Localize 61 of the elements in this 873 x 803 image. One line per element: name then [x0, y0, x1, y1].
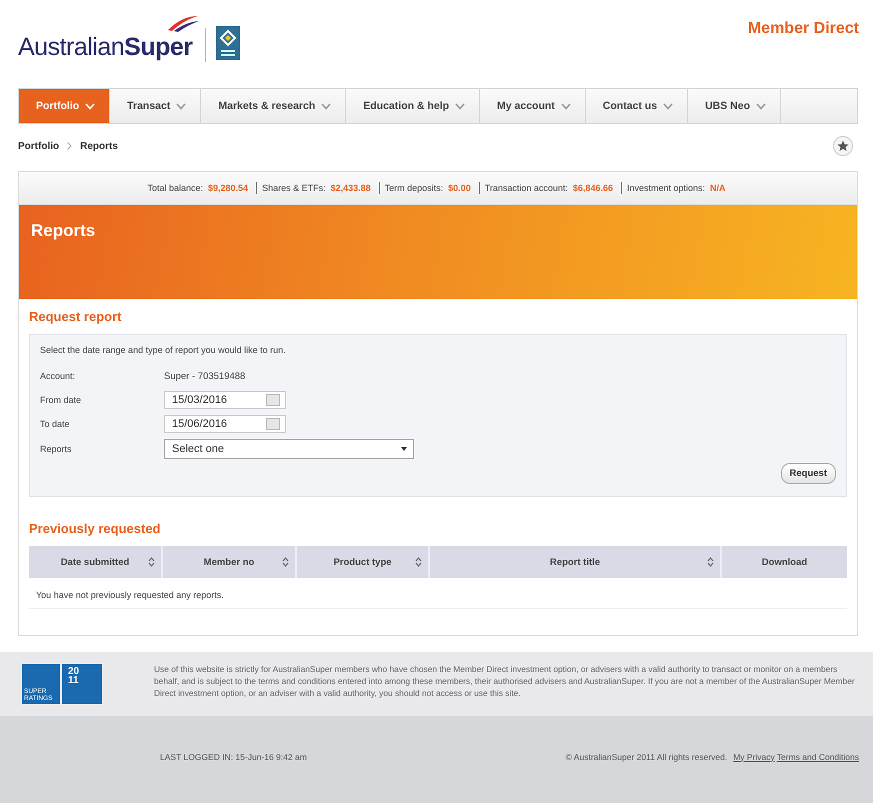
- nav-tab[interactable]: My account: [480, 89, 586, 123]
- logo-text: 11: [68, 676, 80, 685]
- page-title: Reports: [31, 221, 96, 240]
- footer-link[interactable]: Terms and Conditions: [776, 752, 859, 762]
- instruction-text: Select the date range and type of report you would like to run.: [40, 345, 287, 355]
- last-login-text: LAST LOGGED IN: 15-Jun-16 9:42 am: [160, 752, 307, 762]
- field-label: To date: [40, 419, 71, 429]
- chevron-down-icon: [176, 102, 186, 110]
- copyright-text: © AustralianSuper 2011 All rights reserved.: [566, 752, 728, 762]
- field-label: From date: [40, 395, 82, 405]
- sort-icon[interactable]: [707, 557, 714, 567]
- sort-icon[interactable]: [415, 557, 422, 567]
- date-field[interactable]: 15/03/2016: [164, 391, 286, 409]
- summary-label: Total balance:: [147, 183, 204, 193]
- breadcrumb-item: Reports: [80, 140, 118, 152]
- summary-value: $2,433.88: [330, 183, 371, 193]
- summary-label: Term deposits:: [384, 183, 444, 193]
- empty-table-message: You have not previously requested any reports.: [29, 578, 847, 609]
- nav-tab[interactable]: Transact: [110, 89, 202, 123]
- chevron-down-icon: [455, 102, 466, 110]
- column-header[interactable]: Date submitted: [29, 546, 163, 578]
- footer-link[interactable]: My Privacy: [733, 752, 775, 762]
- summary-label: Investment options:: [626, 183, 706, 193]
- section-heading: Previously requested: [29, 521, 162, 536]
- summary-label: Transaction account:: [484, 183, 568, 193]
- summary-value: $0.00: [448, 183, 471, 193]
- chevron-down-icon: [663, 102, 674, 110]
- chevron-down-icon: [85, 102, 96, 110]
- summary-label: Shares & ETFs:: [262, 183, 326, 193]
- summary-value: $9,280.54: [208, 183, 248, 193]
- summary-value: $6,846.66: [572, 183, 613, 193]
- nav-tab[interactable]: Contact us: [586, 89, 688, 123]
- breadcrumb-item[interactable]: Portfolio: [18, 140, 60, 152]
- site-title: Member Direct: [748, 19, 859, 39]
- section-heading: Request report: [29, 309, 122, 324]
- column-header[interactable]: Member no: [163, 546, 297, 578]
- field-value: Super - 703519488: [164, 370, 246, 382]
- sort-icon[interactable]: [148, 557, 155, 567]
- chevron-down-icon: [560, 102, 571, 110]
- logo-text: 20: [68, 667, 80, 676]
- date-field[interactable]: 15/06/2016: [164, 415, 286, 433]
- industry-fund-badge-icon: [216, 26, 240, 60]
- field-label: Reports: [40, 444, 73, 454]
- dropdown-arrow-icon: [401, 447, 407, 451]
- field-label: Account:: [40, 371, 76, 381]
- column-header: Download: [760, 556, 808, 570]
- chevron-right-icon: [67, 142, 72, 150]
- select-dropdown[interactable]: Select one: [164, 439, 414, 459]
- request-button[interactable]: Request: [780, 463, 836, 484]
- nav-tab[interactable]: Education & help: [346, 89, 480, 123]
- nav-tab[interactable]: Markets & research: [201, 89, 346, 123]
- column-header[interactable]: Report title: [430, 546, 722, 578]
- chevron-down-icon: [756, 102, 766, 110]
- nav-tab[interactable]: UBS Neo: [688, 89, 781, 123]
- sort-icon[interactable]: [282, 557, 289, 567]
- column-header[interactable]: Product type: [297, 546, 430, 578]
- disclaimer-text: Use of this website is strictly for AustralianSuper members who have chosen the Member Direct investment option, or advisers with a valid authority to transact or monitor on a members behalf, and is subject to the terms and conditions entered into among these members, their authorised advisers and AustralianSuper. If you are not a member of the AustralianSuper Member Direct investment option, or an adviser with a valid authority, you should not access or use this site.: [154, 664, 856, 700]
- swoosh-icon: [166, 14, 200, 32]
- summary-value: N/A: [710, 183, 726, 193]
- logo-text: AustralianSuper: [18, 33, 193, 62]
- chevron-down-icon: [321, 102, 332, 110]
